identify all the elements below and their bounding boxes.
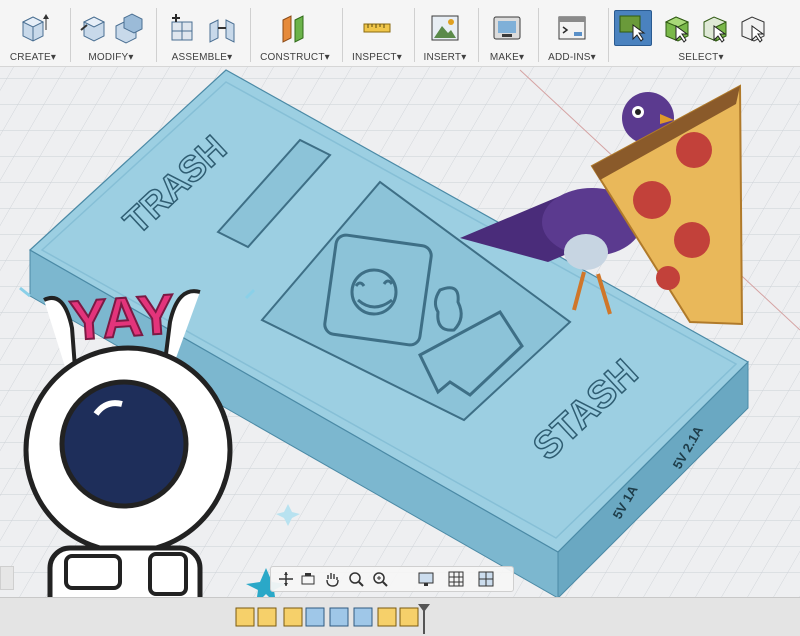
new-component-icon[interactable] [166,12,198,44]
zoom-icon[interactable] [347,570,365,588]
create-label: CREATE [9,52,51,63]
chevron-down-icon: ▾ [590,52,596,63]
viewports-icon[interactable] [477,570,495,588]
select-body-icon[interactable] [662,12,694,44]
chevron-down-icon: ▾ [128,52,134,63]
scripts-icon[interactable] [556,12,588,44]
chevron-down-icon: ▾ [227,52,233,63]
chevron-down-icon: ▾ [50,52,57,63]
insert-label: INSERT [423,52,462,63]
navigation-bar [270,566,514,592]
select-group[interactable]: SELECT▾ [610,0,792,66]
press-pull-icon[interactable] [78,12,110,44]
construct-label: CONSTRUCT [260,52,325,63]
joint-icon[interactable] [206,12,238,44]
extrude-icon[interactable] [17,12,49,44]
select-edge-icon[interactable] [738,12,770,44]
select-label: SELECT [678,52,719,63]
yay-text: YAY [68,282,177,352]
addins-label: ADD-INS [548,52,591,63]
timeline-features[interactable] [235,607,419,627]
assemble-label: ASSEMBLE [171,52,228,63]
window-select-icon[interactable] [614,10,652,46]
viewport-canvas[interactable]: TRASH STASH 5V 1A 5V 2.1A YAY [0,67,800,635]
browser-collapse-handle[interactable] [0,566,14,590]
construct-group[interactable]: CONSTRUCT▾ [252,0,338,66]
model-viewport: TRASH STASH 5V 1A 5V 2.1A YAY [0,67,800,635]
chevron-down-icon: ▾ [518,52,525,63]
chevron-down-icon: ▾ [396,52,402,63]
inspect-label: INSPECT [352,52,397,63]
create-group[interactable]: CREATE▾ [0,0,66,66]
timeline-bar [0,597,800,636]
chevron-down-icon: ▾ [324,52,330,63]
insert-group[interactable]: INSERT▾ [416,0,474,66]
orbit-icon[interactable] [277,570,295,588]
make-group[interactable]: MAKE▾ [480,0,534,66]
offset-plane-icon[interactable] [279,12,311,44]
measure-icon[interactable] [361,12,393,44]
addins-group[interactable]: ADD-INS▾ [540,0,604,66]
zoom-window-icon[interactable] [371,570,389,588]
fillet-icon[interactable] [112,12,144,44]
modify-group[interactable]: MODIFY▾ [72,0,150,66]
toolbar: CREATE▾ MODIFY▾ ASSEMBLE▾ CONSTRUCT▾ INS… [0,0,800,67]
grid-settings-icon[interactable] [447,570,465,588]
3d-print-icon[interactable] [491,12,523,44]
select-face-icon[interactable] [700,12,732,44]
display-settings-icon[interactable] [417,570,435,588]
inspect-group[interactable]: INSPECT▾ [344,0,410,66]
assemble-group[interactable]: ASSEMBLE▾ [158,0,246,66]
insert-image-icon[interactable] [429,12,461,44]
look-at-icon[interactable] [299,570,317,588]
make-label: MAKE [489,52,519,63]
pan-hand-icon[interactable] [323,570,341,588]
chevron-down-icon: ▾ [461,52,467,63]
chevron-down-icon: ▾ [718,52,724,63]
modify-label: MODIFY [88,52,129,63]
